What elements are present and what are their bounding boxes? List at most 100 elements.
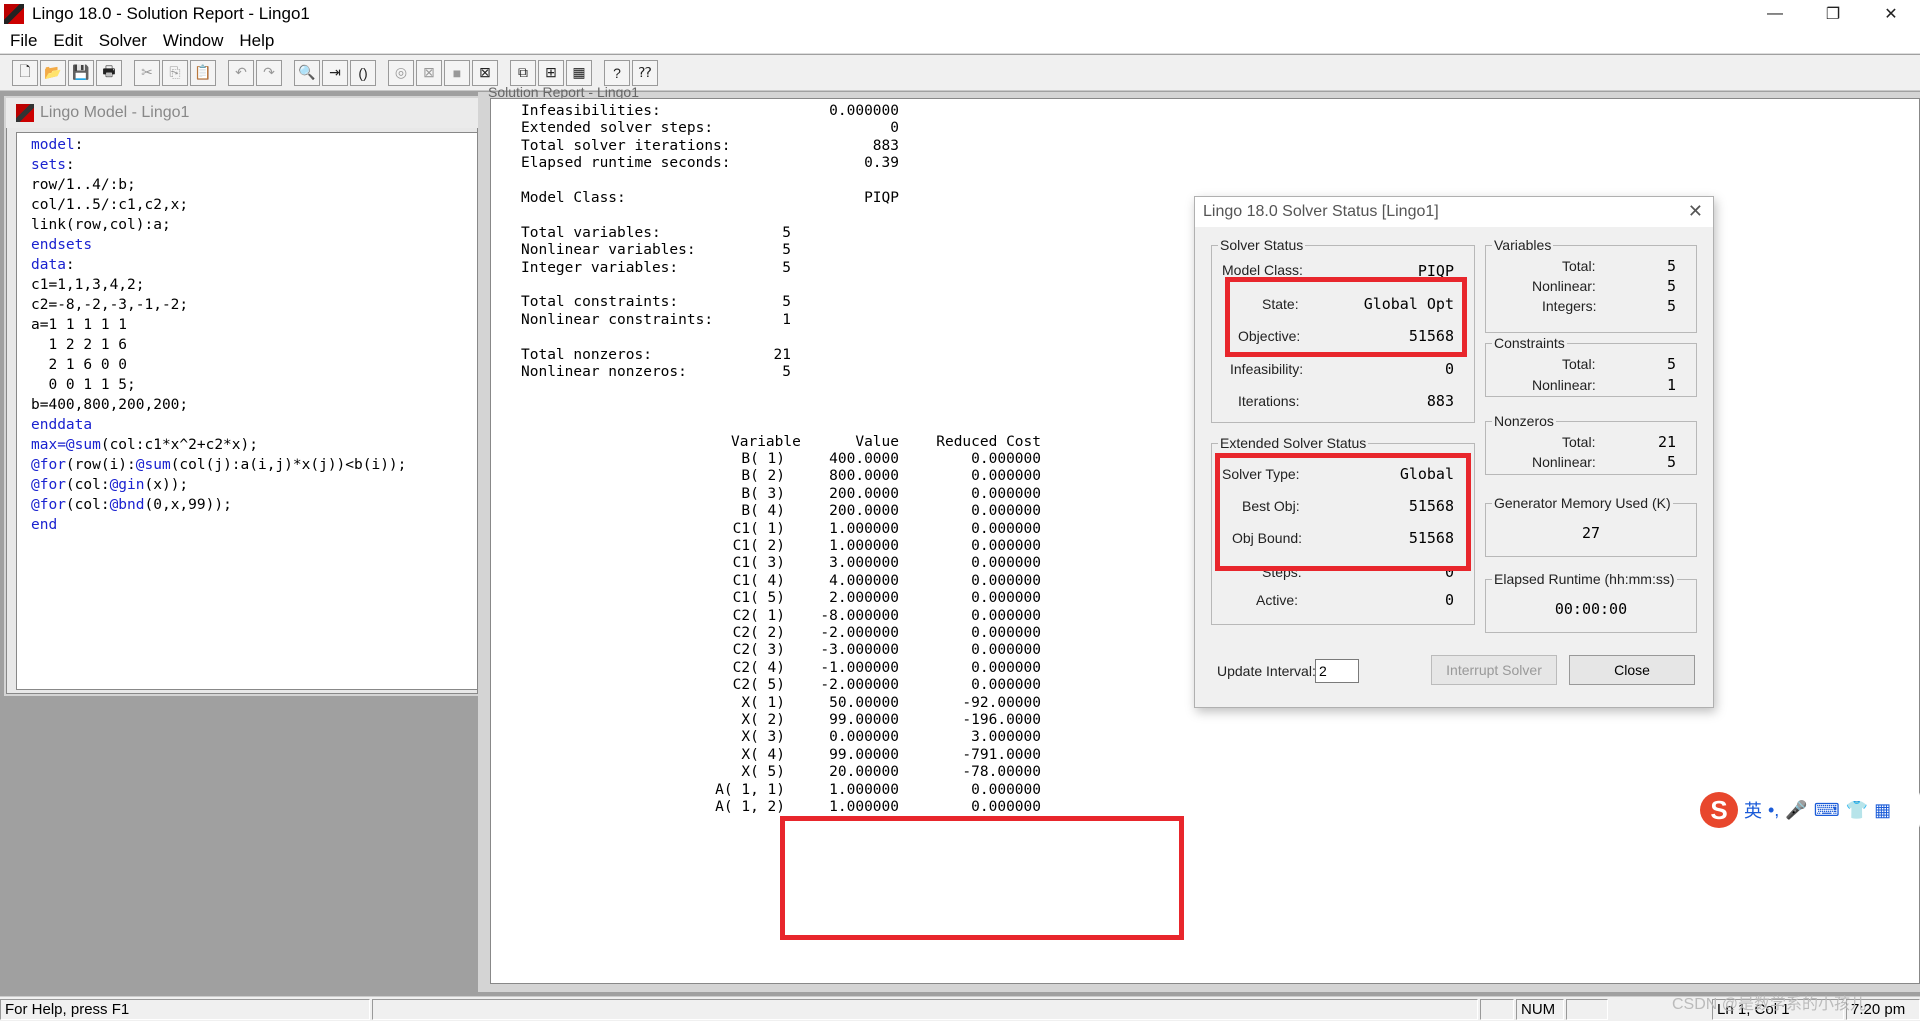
code-keyword: enddata [31,417,93,433]
generator-memory-caption: Generator Memory Used (K) [1492,495,1673,511]
skin-icon[interactable]: 👕 [1846,800,1868,821]
update-interval-input[interactable] [1315,659,1359,683]
solve-icon[interactable]: ◎ [388,59,414,86]
var-nonlinear-value: 5 [1666,277,1676,295]
code-line: row/1..4/:b; [31,175,477,195]
ime-language[interactable]: 英 [1744,797,1762,823]
code-keyword: end [31,517,58,533]
open-icon[interactable]: 📂 [40,59,66,86]
code-text: row/1..4/:b; [31,177,136,193]
title-bar: Lingo 18.0 - Solution Report - Lingo1 — … [0,0,1920,28]
punctuation-icon[interactable]: •, [1768,800,1779,821]
code-keyword: sets [31,157,66,173]
report-summary-value: 1 [782,311,791,328]
close-all-icon[interactable]: ⊠ [472,59,498,86]
watermark: CSDN @是数学系的小孩儿 [1672,996,1867,1013]
tile-icon[interactable]: ⊞ [538,59,564,86]
report-value: 1.000000 [829,799,899,815]
cascade-icon[interactable]: ▦ [566,59,592,86]
code-text: b=400,800,200,200; [31,397,189,413]
ime-toolbar[interactable]: S 英 •, 🎤 ⌨ 👕 ▦ [1696,790,1920,830]
goto-icon[interactable]: ⇥ [322,59,348,86]
code-line: 2 1 6 0 0 [31,355,477,375]
report-window-title: Solution Report - Lingo1 [488,84,639,98]
paste-icon[interactable]: 📋 [190,59,216,86]
model-window-titlebar[interactable]: Lingo Model - Lingo1 [6,98,478,128]
elapsed-runtime-caption: Elapsed Runtime (hh:mm:ss) [1492,571,1677,587]
undo-icon[interactable]: ↶ [228,59,254,86]
code-text: : [74,137,84,153]
report-summary-value: 5 [782,364,791,380]
var-integers-value: 5 [1666,297,1676,315]
code-line: @for(col:@gin(x)); [31,475,477,495]
report-summary-value: PIQP [864,190,899,206]
menu-window[interactable]: Window [163,31,223,51]
toolbox-icon[interactable]: ▦ [1874,800,1891,821]
print-icon[interactable]: 🖶 [96,59,122,86]
minimize-button[interactable]: — [1746,0,1804,28]
dialog-close-button[interactable]: Close [1569,655,1695,685]
infeasibility-label: Infeasibility: [1230,361,1304,377]
dialog-close-icon[interactable]: ✕ [1688,201,1703,222]
code-line: max=@sum(col:c1*x^2+c2*x); [31,435,477,455]
code-keyword: @sum [135,457,171,473]
lingo-doc-icon [16,104,34,122]
constraints-caption: Constraints [1492,335,1567,351]
new-icon[interactable]: 🗋 [12,59,38,86]
nz-nonlinear-value: 5 [1666,453,1676,471]
find-icon[interactable]: 🔍 [294,59,320,86]
code-text: (x)); [144,477,189,493]
generator-memory-value: 27 [1581,524,1601,542]
help-icon[interactable]: ? [604,59,630,86]
active-label: Active: [1256,592,1299,608]
context-help-icon[interactable]: ⁇ [632,59,658,86]
code-line: data: [31,255,477,275]
status-scrl-pane [1566,999,1608,1020]
menu-edit[interactable]: Edit [53,31,82,51]
keyboard-icon[interactable]: ⌨ [1814,800,1840,821]
code-line: enddata [31,415,477,435]
send-to-back-icon[interactable]: ⧉ [510,59,536,86]
code-keyword: model [31,137,75,153]
dialog-title: Lingo 18.0 Solver Status [Lingo1] [1195,197,1713,227]
window-title: Lingo 18.0 - Solution Report - Lingo1 [32,4,310,23]
save-icon[interactable]: 💾 [68,59,94,86]
code-line: endsets [31,235,477,255]
status-num: NUM [1516,999,1564,1020]
nz-total-label: Total: [1562,434,1596,450]
close-button[interactable]: ✕ [1862,0,1920,28]
code-text: (col: [65,477,110,493]
code-keyword: @for [31,477,66,493]
redo-icon[interactable]: ↷ [256,59,282,86]
con-total-value: 5 [1666,355,1676,373]
menu-file[interactable]: File [10,31,37,51]
code-line: @for(row(i):@sum(col(j):a(i,j)*x(j))<b(i… [31,455,477,475]
menu-help[interactable]: Help [239,31,274,51]
report-variable: A( 1, 2) [715,799,785,815]
code-line: c2=-8,-2,-3,-1,-2; [31,295,477,315]
nonzeros-caption: Nonzeros [1492,413,1556,429]
code-text: : [65,157,75,173]
sogou-logo-icon[interactable]: S [1700,792,1738,828]
model-window[interactable]: Lingo Model - Lingo1 model: sets: row/1..4… [4,96,480,696]
menu-bar: File Edit Solver Window Help [0,28,1920,54]
solver-status-dialog: Lingo 18.0 Solver Status [Lingo1] ✕ Solv… [1194,196,1714,708]
status-empty-pane [372,999,1478,1020]
code-text: 2 1 6 0 0 [31,357,128,373]
menu-solver[interactable]: Solver [99,31,147,51]
nz-nonlinear-label: Nonlinear: [1532,454,1596,470]
cut-icon[interactable]: ✂ [134,59,160,86]
interrupt-solver-button[interactable]: Interrupt Solver [1431,655,1557,685]
code-text: (col:c1*x^2+c2*x); [100,437,258,453]
code-line: 0 0 1 1 5; [31,375,477,395]
status-help-text: For Help, press F1 [0,999,370,1020]
code-keyword: max=@sum [31,437,101,453]
maximize-button[interactable]: ❐ [1804,0,1862,28]
record-icon[interactable]: ■ [444,59,470,86]
match-paren-icon[interactable]: () [350,59,376,86]
model-code-editor[interactable]: model: sets: row/1..4/:b; col/1..5/:c1,c2,x… [16,132,478,690]
microphone-icon[interactable]: 🎤 [1785,800,1807,821]
iterations-label: Iterations: [1238,393,1300,409]
stop-icon[interactable]: ⊠ [416,59,442,86]
copy-icon[interactable]: ⎘ [162,59,188,86]
